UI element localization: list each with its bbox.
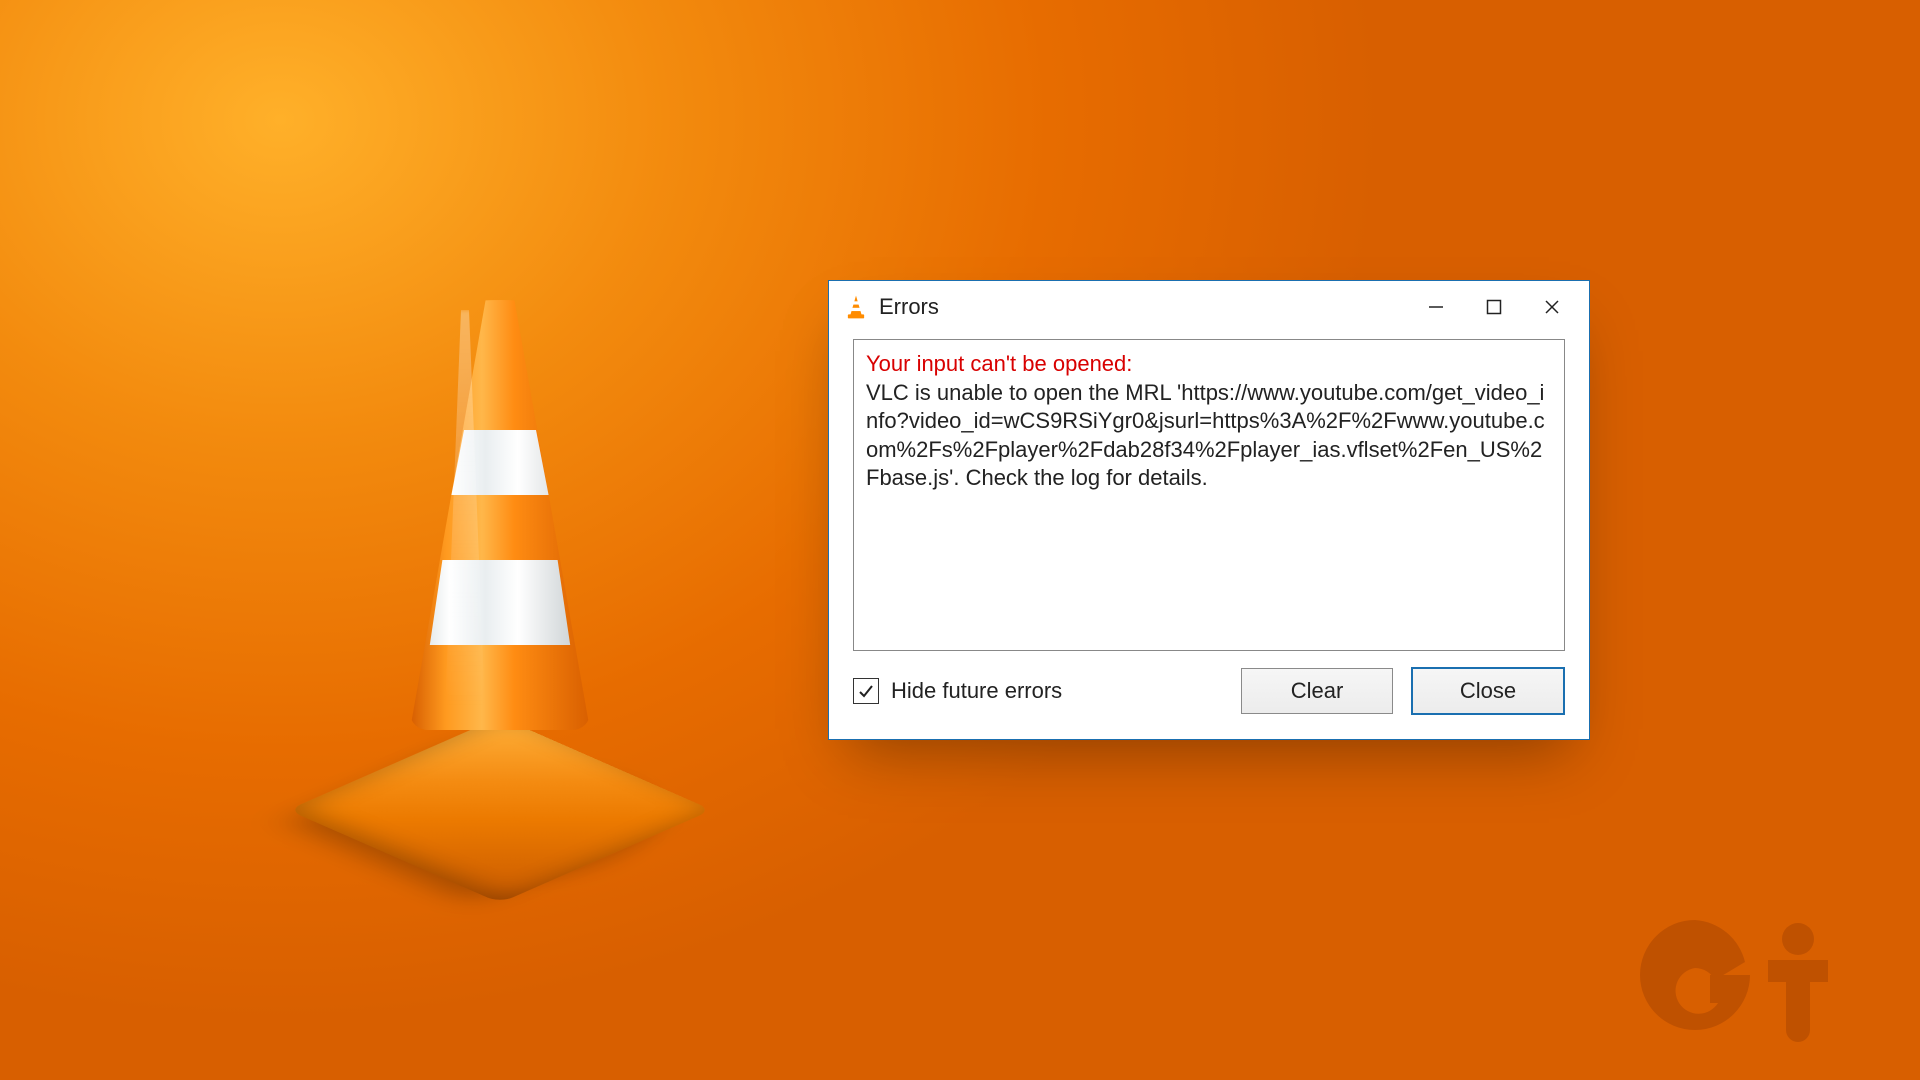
- desktop-background: Errors Your input can't be opened: VLC i…: [0, 0, 1920, 1080]
- clear-button-label: Clear: [1291, 678, 1344, 704]
- vlc-cone-illustration: [310, 280, 710, 840]
- cone-stripe: [410, 430, 590, 495]
- maximize-button[interactable]: [1465, 287, 1523, 327]
- close-dialog-button[interactable]: Close: [1411, 667, 1565, 715]
- titlebar[interactable]: Errors: [829, 281, 1589, 333]
- dialog-footer: Hide future errors Clear Close: [829, 667, 1589, 739]
- vlc-cone-icon: [843, 294, 869, 320]
- cone-stripe: [410, 560, 590, 645]
- window-title: Errors: [879, 294, 939, 320]
- hide-future-errors-label: Hide future errors: [891, 678, 1062, 704]
- close-button[interactable]: [1523, 287, 1581, 327]
- error-textbox[interactable]: Your input can't be opened: VLC is unabl…: [853, 339, 1565, 651]
- gt-logo: [1640, 905, 1860, 1050]
- error-message: VLC is unable to open the MRL 'https://w…: [866, 379, 1552, 493]
- error-heading: Your input can't be opened:: [866, 350, 1552, 379]
- close-button-label: Close: [1460, 678, 1516, 704]
- clear-button[interactable]: Clear: [1241, 668, 1393, 714]
- checkbox-icon: [853, 678, 879, 704]
- cone-body: [410, 300, 590, 730]
- minimize-button[interactable]: [1407, 287, 1465, 327]
- errors-dialog: Errors Your input can't be opened: VLC i…: [828, 280, 1590, 740]
- hide-future-errors-checkbox[interactable]: Hide future errors: [853, 678, 1223, 704]
